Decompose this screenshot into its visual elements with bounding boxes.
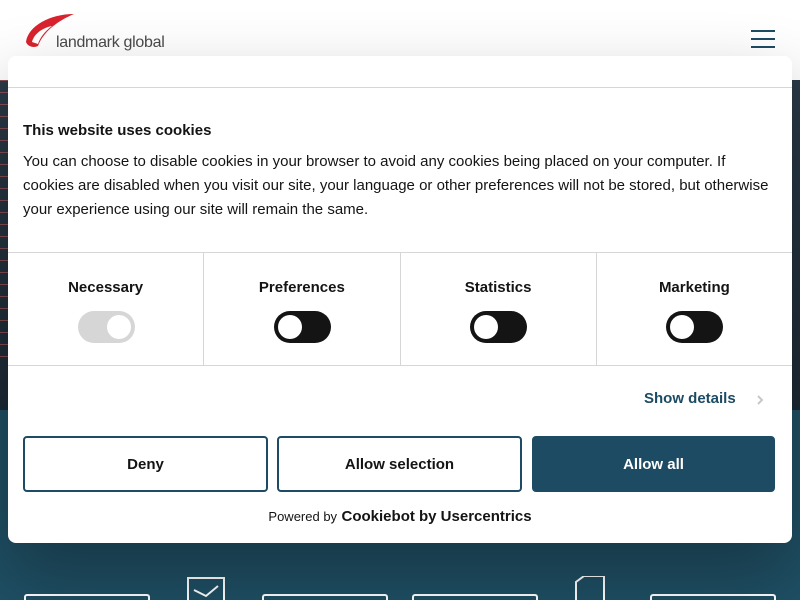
background-card bbox=[412, 594, 538, 600]
toggle-preferences[interactable] bbox=[273, 311, 331, 343]
consent-marketing: Marketing bbox=[597, 253, 792, 365]
toggle-necessary bbox=[77, 311, 135, 343]
allow-selection-button[interactable]: Allow selection bbox=[277, 436, 522, 492]
show-details-link[interactable]: Show details bbox=[644, 390, 736, 407]
background-card bbox=[262, 594, 388, 600]
powered-by-label: Powered by bbox=[268, 509, 338, 524]
allow-all-button[interactable]: Allow all bbox=[532, 436, 775, 492]
background-card bbox=[24, 594, 150, 600]
cookie-consent-dialog: This website uses cookies You can choose… bbox=[8, 56, 792, 543]
toggle-marketing[interactable] bbox=[666, 311, 724, 343]
document-icon bbox=[575, 576, 605, 600]
dialog-title: This website uses cookies bbox=[23, 122, 212, 139]
background-card bbox=[650, 594, 776, 600]
hamburger-menu-icon[interactable] bbox=[751, 30, 777, 50]
dialog-header-bar bbox=[8, 56, 792, 88]
toggle-statistics[interactable] bbox=[470, 311, 528, 343]
consent-label-statistics: Statistics bbox=[464, 279, 532, 296]
logo-text: landmark global bbox=[56, 34, 165, 51]
parcel-icon bbox=[187, 577, 225, 600]
cookiebot-brand-link[interactable]: Cookiebot by Usercentrics bbox=[342, 508, 532, 525]
deny-button[interactable]: Deny bbox=[23, 436, 268, 492]
landmark-global-logo[interactable]: landmark global bbox=[22, 12, 172, 56]
chevron-right-icon[interactable] bbox=[753, 393, 767, 407]
consent-preferences: Preferences bbox=[204, 253, 401, 365]
consent-categories: Necessary Preferences Statistics Marketi… bbox=[8, 252, 792, 366]
consent-necessary: Necessary bbox=[8, 253, 205, 365]
consent-label-preferences: Preferences bbox=[258, 279, 345, 296]
powered-by: Powered by Cookiebot by Usercentrics bbox=[8, 508, 792, 526]
consent-statistics: Statistics bbox=[401, 253, 597, 365]
consent-label-necessary: Necessary bbox=[68, 279, 144, 296]
dialog-description: You can choose to disable cookies in you… bbox=[23, 153, 769, 218]
consent-label-marketing: Marketing bbox=[658, 279, 730, 296]
